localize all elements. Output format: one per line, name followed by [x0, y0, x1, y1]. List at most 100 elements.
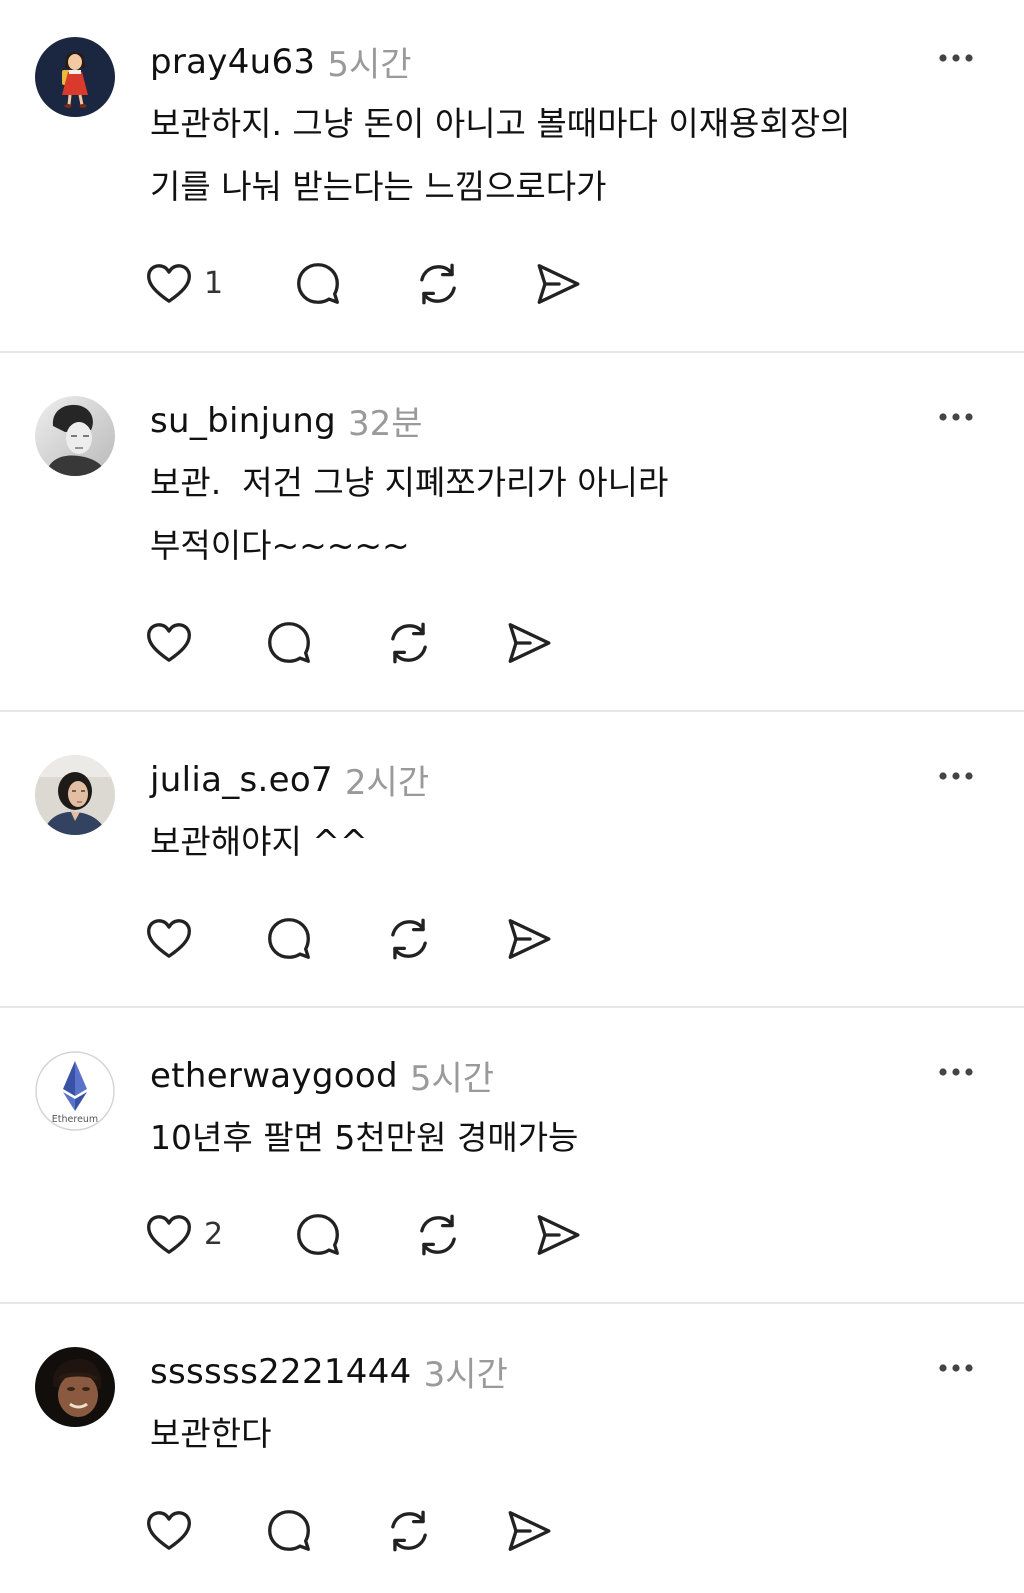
avatar[interactable]	[35, 37, 115, 117]
action-bar: 2	[144, 1204, 1024, 1265]
comment-button[interactable]	[293, 253, 343, 314]
post-time: 5시간	[409, 1059, 495, 1099]
like-button[interactable]	[144, 612, 194, 673]
more-options-button[interactable]	[937, 52, 975, 64]
post-time: 2시간	[344, 763, 430, 803]
more-icon	[937, 1066, 975, 1078]
repost-icon	[413, 259, 463, 309]
more-options-button[interactable]	[937, 411, 975, 423]
heart-icon	[144, 1506, 194, 1556]
post-body-line: 보관. 저건 그냥 지폐쪼가리가 아니라	[150, 463, 669, 502]
username-link[interactable]: julia_s.eo7	[150, 760, 333, 800]
heart-icon	[144, 1210, 194, 1260]
comment-post: Ethereum etherwaygood 5시간 10년후 팔면 5천만원 경…	[0, 1008, 1024, 1304]
avatar[interactable]: Ethereum	[35, 1051, 115, 1131]
comment-icon	[264, 914, 314, 964]
dark-portrait-avatar	[35, 1347, 115, 1427]
post-body-line: 보관한다	[150, 1414, 272, 1453]
post-body-line: 보관해야지 ^^	[150, 822, 368, 861]
like-button[interactable]	[144, 1500, 194, 1561]
post-body-line: 10년후 팔면 5천만원 경매가능	[150, 1118, 579, 1157]
more-icon	[937, 52, 975, 64]
more-options-button[interactable]	[937, 1066, 975, 1078]
post-time: 3시간	[423, 1355, 508, 1395]
action-bar	[144, 612, 1024, 673]
more-icon	[937, 411, 975, 423]
post-header: ssssss2221444 3시간	[150, 1341, 1024, 1402]
like-count: 1	[204, 266, 224, 301]
share-button[interactable]	[504, 612, 554, 673]
heart-icon	[144, 259, 194, 309]
share-button[interactable]	[504, 908, 554, 969]
comment-button[interactable]	[264, 1500, 314, 1561]
comment-post: pray4u63 5시간 보관하지. 그냥 돈이 아니고 볼때마다 이재용회장의…	[0, 0, 1024, 353]
grayscale-portrait-avatar	[35, 396, 115, 476]
more-icon	[937, 770, 975, 782]
share-icon	[504, 1506, 554, 1556]
post-body: 10년후 팔면 5천만원 경매가능	[150, 1106, 1024, 1169]
username-link[interactable]: ssssss2221444	[150, 1352, 412, 1392]
share-button[interactable]	[504, 1500, 554, 1561]
more-options-button[interactable]	[937, 770, 975, 782]
avatar[interactable]	[35, 396, 115, 476]
heart-icon	[144, 914, 194, 964]
share-button[interactable]	[533, 1204, 583, 1265]
post-header: etherwaygood 5시간	[150, 1045, 1024, 1106]
comment-icon	[264, 618, 314, 668]
repost-button[interactable]	[413, 1204, 463, 1265]
repost-icon	[384, 914, 434, 964]
comment-button[interactable]	[264, 612, 314, 673]
like-button[interactable]: 2	[144, 1204, 223, 1265]
username-link[interactable]: etherwaygood	[150, 1056, 398, 1096]
avatar[interactable]	[35, 1347, 115, 1427]
comment-post: su_binjung 32분 보관. 저건 그냥 지폐쪼가리가 아니라 부적이다…	[0, 353, 1024, 712]
post-time: 32분	[347, 404, 423, 444]
comment-icon	[264, 1506, 314, 1556]
repost-button[interactable]	[384, 1500, 434, 1561]
share-icon	[504, 914, 554, 964]
post-body: 보관한다	[150, 1402, 1024, 1465]
share-icon	[533, 259, 583, 309]
post-body-line: 기를 나눠 받는다는 느낌으로다가	[150, 167, 607, 206]
portrait-avatar	[35, 755, 115, 835]
post-body: 보관. 저건 그냥 지폐쪼가리가 아니라 부적이다~~~~~	[150, 451, 1024, 577]
comment-icon	[293, 1210, 343, 1260]
share-button[interactable]	[533, 253, 583, 314]
ethereum-logo-label: Ethereum	[52, 1114, 98, 1125]
repost-button[interactable]	[384, 908, 434, 969]
comment-button[interactable]	[293, 1204, 343, 1265]
post-header: julia_s.eo7 2시간	[150, 749, 1024, 810]
comment-thread: pray4u63 5시간 보관하지. 그냥 돈이 아니고 볼때마다 이재용회장의…	[0, 0, 1024, 1561]
action-bar: 1	[144, 253, 1024, 314]
repost-icon	[384, 1506, 434, 1556]
heart-icon	[144, 618, 194, 668]
post-header: pray4u63 5시간	[150, 31, 1024, 92]
post-body: 보관하지. 그냥 돈이 아니고 볼때마다 이재용회장의 기를 나눠 받는다는 느…	[150, 92, 1024, 218]
action-bar	[144, 1500, 1024, 1561]
illustrated-girl-avatar	[35, 37, 115, 117]
more-options-button[interactable]	[937, 1362, 975, 1374]
post-body-line: 보관하지. 그냥 돈이 아니고 볼때마다 이재용회장의	[150, 104, 851, 143]
comment-button[interactable]	[264, 908, 314, 969]
share-icon	[504, 618, 554, 668]
comment-post: julia_s.eo7 2시간 보관해야지 ^^	[0, 712, 1024, 1008]
action-bar	[144, 908, 1024, 969]
comment-icon	[293, 259, 343, 309]
more-icon	[937, 1362, 975, 1374]
username-link[interactable]: pray4u63	[150, 42, 315, 82]
ethereum-logo-avatar: Ethereum	[35, 1051, 115, 1131]
like-button[interactable]	[144, 908, 194, 969]
post-header: su_binjung 32분	[150, 390, 1024, 451]
username-link[interactable]: su_binjung	[150, 401, 336, 441]
comment-post: ssssss2221444 3시간 보관한다	[0, 1304, 1024, 1561]
post-body-line: 부적이다~~~~~	[150, 526, 410, 565]
repost-icon	[413, 1210, 463, 1260]
repost-icon	[384, 618, 434, 668]
post-time: 5시간	[327, 45, 412, 85]
post-body: 보관해야지 ^^	[150, 810, 1024, 873]
like-button[interactable]: 1	[144, 253, 223, 314]
avatar[interactable]	[35, 755, 115, 835]
repost-button[interactable]	[384, 612, 434, 673]
share-icon	[533, 1210, 583, 1260]
repost-button[interactable]	[413, 253, 463, 314]
